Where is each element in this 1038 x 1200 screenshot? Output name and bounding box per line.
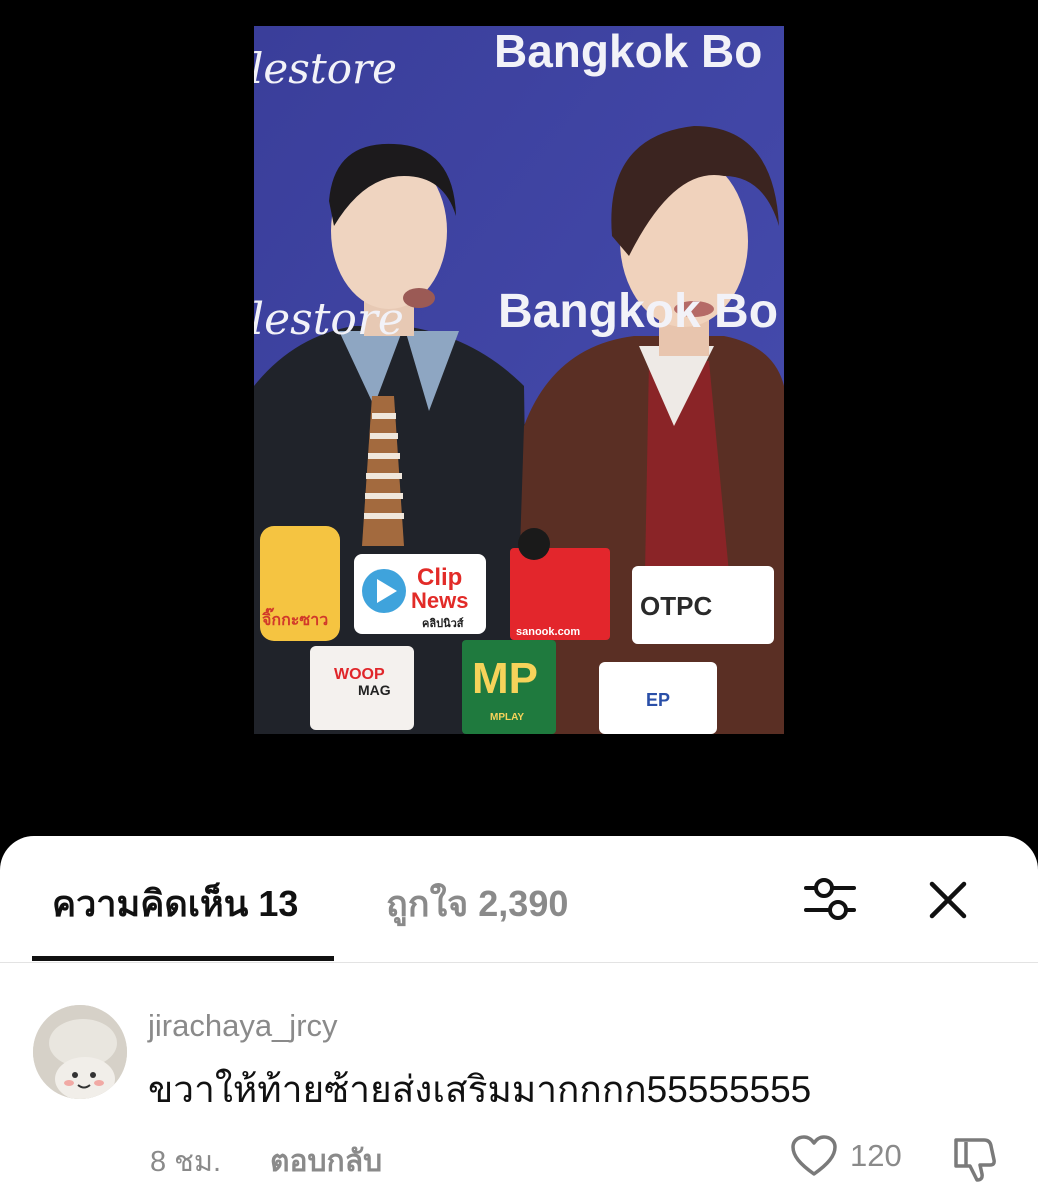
comment-username[interactable]: jirachaya_jrcy (148, 1008, 338, 1044)
reply-button[interactable]: ตอบกลับ (270, 1138, 382, 1185)
active-tab-indicator (32, 956, 334, 961)
backdrop-text: lestore (254, 44, 397, 93)
sliders-icon (804, 878, 856, 920)
mic-flag-text: MPLAY (490, 712, 525, 723)
video-player[interactable]: lestore Bangkok Bo lestore Bangkok Bo Cl… (0, 0, 1038, 840)
mic-flag-text: sanook.com (516, 626, 581, 638)
mic-flag-text: EP (646, 690, 671, 710)
avatar-image (33, 1005, 127, 1099)
video-frame[interactable]: lestore Bangkok Bo lestore Bangkok Bo Cl… (254, 26, 784, 734)
tab-comments-label: ความคิดเห็น (52, 883, 249, 924)
mic-flag-text: คลิปนิวส์ (422, 618, 464, 630)
tab-likes[interactable]: ถูกใจ 2,390 (386, 880, 568, 928)
tab-likes-count: 2,390 (478, 883, 569, 924)
avatar[interactable] (33, 1005, 127, 1099)
heart-outline-icon (791, 1135, 837, 1176)
close-button[interactable] (924, 876, 972, 928)
comment-text: ขวาให้ท้ายซ้ายส่งเสริมมากกกก55555555 (148, 1069, 812, 1110)
comment-timestamp: 8 ชม. (150, 1146, 222, 1178)
mic-flag-text: OTPC (640, 591, 713, 621)
tab-comments[interactable]: ความคิดเห็น 13 (52, 880, 298, 928)
thumbs-down-icon (954, 1138, 996, 1182)
sheet-tab-bar: ความคิดเห็น 13 ถูกใจ 2,390 (0, 836, 1038, 963)
close-icon (929, 881, 967, 919)
filter-button[interactable] (800, 872, 860, 932)
like-count: 120 (850, 1138, 902, 1173)
tab-likes-label: ถูกใจ (386, 883, 469, 924)
backdrop-text: lestore (254, 294, 404, 345)
mic-flag-text: MAG (358, 682, 391, 698)
mic-flag-text: MP (472, 654, 538, 703)
dislike-button[interactable] (950, 1134, 1000, 1188)
backdrop-text: Bangkok Bo (498, 285, 779, 338)
tab-comments-count: 13 (258, 883, 299, 924)
mic-flag-text: News (411, 588, 469, 613)
like-button[interactable] (790, 1134, 838, 1182)
backdrop-text: Bangkok Bo (494, 26, 763, 77)
mic-flag-text: จิ๊กกะซาว (262, 612, 329, 629)
